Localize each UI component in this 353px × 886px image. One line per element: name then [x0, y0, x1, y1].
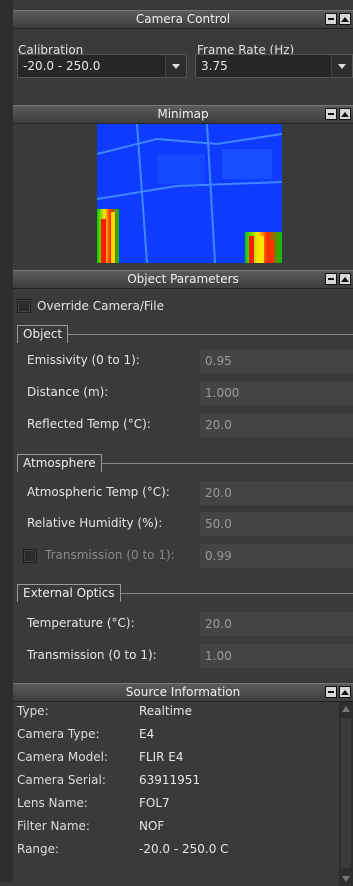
left-gutter	[0, 0, 13, 882]
humidity-field[interactable]: 50.0	[200, 512, 353, 536]
camera-control-panel: Camera Control Calibration Frame Rate (H…	[13, 10, 353, 100]
object-group: Object Emissivity (0 to 1): 0.95 Distanc…	[17, 325, 353, 455]
minimize-icon[interactable]	[325, 273, 337, 285]
minimap-panel: Minimap	[13, 105, 353, 263]
frame-rate-value: 3.75	[201, 59, 228, 73]
distance-row: Distance (m): 1.000	[23, 381, 353, 405]
optics-transmission-row: Transmission (0 to 1): 1.00	[23, 644, 353, 668]
external-optics-group: External Optics Temperature (°C): 20.0 T…	[17, 584, 353, 676]
info-value: -20.0 - 250.0 C	[139, 842, 229, 856]
info-value: 63911951	[139, 773, 201, 787]
panel-title: Camera Control	[135, 12, 231, 26]
override-camera-checkbox-row[interactable]: Override Camera/File	[17, 299, 164, 313]
transmission-label: Transmission (0 to 1):	[45, 548, 175, 562]
atmospheric-temp-row: Atmospheric Temp (°C): 20.0	[23, 481, 353, 505]
optics-temperature-field[interactable]: 20.0	[200, 612, 353, 636]
optics-temperature-row: Temperature (°C): 20.0	[23, 612, 353, 636]
optics-temperature-label: Temperature (°C):	[27, 616, 135, 630]
scroll-down-icon[interactable]	[342, 876, 350, 882]
panel-title: Minimap	[157, 107, 209, 121]
calibration-value: -20.0 - 250.0	[23, 59, 101, 73]
source-information-titlebar[interactable]: Source Information	[13, 683, 353, 702]
transmission-field[interactable]: 0.99	[200, 544, 353, 568]
optics-transmission-label: Transmission (0 to 1):	[27, 648, 157, 662]
info-value: Realtime	[139, 704, 192, 718]
info-key: Camera Model:	[17, 750, 108, 764]
atmospheric-temp-label: Atmospheric Temp (°C):	[27, 485, 170, 499]
frame-rate-select[interactable]: 3.75	[195, 54, 353, 78]
source-information-panel: Source Information Type: Realtime Camera…	[13, 683, 353, 886]
info-key: Lens Name:	[17, 796, 88, 810]
info-key: Type:	[17, 704, 49, 718]
info-key: Range:	[17, 842, 60, 856]
scroll-track[interactable]	[341, 718, 351, 868]
chevron-down-icon[interactable]	[165, 55, 186, 77]
calibration-select[interactable]: -20.0 - 250.0	[17, 54, 187, 78]
reflected-temp-row: Reflected Temp (°C): 20.0	[23, 413, 353, 437]
info-key: Camera Type:	[17, 727, 100, 741]
info-value: E4	[139, 727, 155, 741]
distance-field[interactable]: 1.000	[200, 381, 353, 405]
minimize-icon[interactable]	[325, 686, 337, 698]
atm-transmission-row: Transmission (0 to 1): 0.99	[23, 544, 353, 568]
group-title: External Optics	[17, 584, 121, 602]
info-value: FOL7	[139, 796, 170, 810]
reflected-temp-field[interactable]: 20.0	[200, 413, 353, 437]
scroll-up-icon[interactable]	[342, 706, 350, 712]
atmosphere-group: Atmosphere Atmospheric Temp (°C): 20.0 R…	[17, 454, 353, 584]
thermal-image-graphic	[97, 124, 282, 263]
optics-transmission-field[interactable]: 1.00	[200, 644, 353, 668]
info-value: NOF	[139, 819, 165, 833]
vertical-scrollbar[interactable]	[339, 702, 353, 886]
override-label: Override Camera/File	[37, 299, 164, 313]
minimize-icon[interactable]	[325, 108, 337, 120]
emissivity-row: Emissivity (0 to 1): 0.95	[23, 349, 353, 373]
info-key: Filter Name:	[17, 819, 90, 833]
collapse-icon[interactable]	[339, 273, 351, 285]
reflected-temp-label: Reflected Temp (°C):	[27, 417, 151, 431]
panel-title: Object Parameters	[127, 272, 239, 286]
distance-label: Distance (m):	[27, 385, 109, 399]
info-key: Camera Serial:	[17, 773, 106, 787]
info-value: FLIR E4	[139, 750, 184, 764]
collapse-icon[interactable]	[339, 686, 351, 698]
transmission-checkbox[interactable]	[23, 549, 37, 563]
camera-control-titlebar[interactable]: Camera Control	[13, 10, 353, 29]
object-parameters-titlebar[interactable]: Object Parameters	[13, 270, 353, 289]
override-checkbox[interactable]	[17, 299, 31, 313]
collapse-icon[interactable]	[339, 108, 351, 120]
emissivity-label: Emissivity (0 to 1):	[27, 353, 140, 367]
humidity-row: Relative Humidity (%): 50.0	[23, 512, 353, 536]
group-title: Object	[17, 325, 69, 343]
atmospheric-temp-field[interactable]: 20.0	[200, 481, 353, 505]
group-title: Atmosphere	[17, 454, 102, 472]
object-parameters-panel: Object Parameters Override Camera/File O…	[13, 270, 353, 675]
thermal-minimap-image[interactable]	[97, 124, 282, 263]
minimize-icon[interactable]	[325, 13, 337, 25]
minimap-titlebar[interactable]: Minimap	[13, 105, 353, 124]
humidity-label: Relative Humidity (%):	[27, 516, 163, 530]
panel-title: Source Information	[125, 685, 241, 699]
emissivity-field[interactable]: 0.95	[200, 349, 353, 373]
chevron-down-icon[interactable]	[331, 55, 352, 77]
source-info-list: Type: Realtime Camera Type: E4 Camera Mo…	[13, 702, 339, 886]
collapse-icon[interactable]	[339, 13, 351, 25]
